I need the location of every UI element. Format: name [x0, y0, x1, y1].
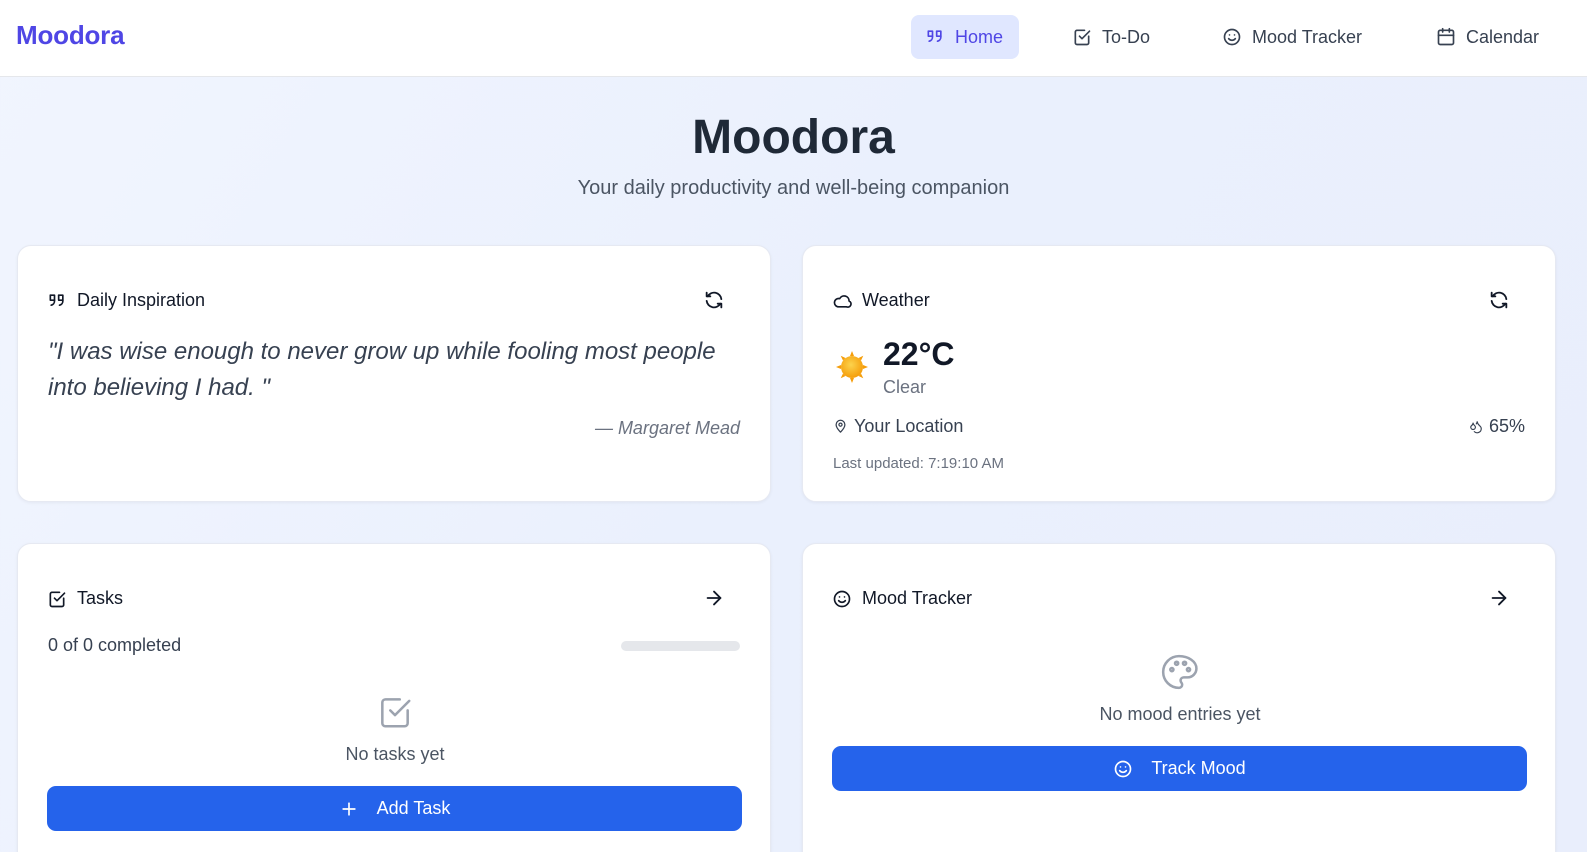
nav-item-calendar[interactable]: Calendar: [1422, 15, 1553, 59]
smile-icon: [1223, 28, 1241, 46]
humidity-readout: 65%: [1469, 416, 1525, 437]
card-title: Tasks: [77, 588, 124, 608]
quote-icon: [49, 293, 64, 306]
map-pin-icon: [835, 419, 846, 433]
page-title: Moodora: [692, 111, 895, 164]
location-label: Your Location: [854, 416, 964, 436]
plus-icon: [341, 801, 356, 816]
last-updated-timestamp: Last updated: 7:19:10 AM: [833, 455, 1004, 472]
top-navbar: Moodora Home To-Do Mood Tracker Calendar: [0, 0, 1587, 77]
droplets-icon: [1470, 420, 1482, 433]
nav-item-home[interactable]: Home: [911, 15, 1019, 59]
nav-item-label: Calendar: [1466, 26, 1540, 47]
checkbox-icon: [1074, 29, 1091, 46]
card-title: Weather: [862, 290, 930, 310]
nav-item-mood-tracker[interactable]: Mood Tracker: [1208, 15, 1376, 59]
page-subtitle: Your daily productivity and well-being c…: [577, 177, 1010, 199]
palette-icon: [1161, 654, 1198, 690]
mood-empty-state: No mood entries yet: [1099, 704, 1261, 724]
button-label: Add Task: [376, 798, 451, 818]
card-header: Tasks: [47, 588, 123, 609]
button-label: Track Mood: [1151, 758, 1246, 778]
task-completion-summary: 0 of 0 completed: [48, 635, 182, 655]
sun-icon: [836, 351, 868, 383]
card-header: Mood Tracker: [832, 588, 972, 609]
weather-location: Your Location: [833, 416, 963, 437]
refresh-weather-button[interactable]: [1487, 288, 1511, 312]
open-tasks-button[interactable]: [702, 586, 726, 610]
mood-tracker-card: Mood Tracker No mood entries yet Track M…: [802, 543, 1556, 852]
weather-card: Weather 22°C Clear Your Location 65% Las…: [802, 245, 1556, 502]
tasks-empty-state: No tasks yet: [345, 744, 445, 764]
humidity-value: 65%: [1488, 416, 1525, 436]
task-progress-bar: [621, 641, 740, 651]
cloud-icon: [833, 294, 852, 308]
checkbox-icon: [381, 698, 411, 728]
refresh-quote-button[interactable]: [702, 288, 726, 312]
quote-author: — Margaret Mead: [594, 418, 740, 438]
nav-item-label: To-Do: [1102, 26, 1151, 47]
quote-icon: [927, 30, 942, 43]
refresh-icon: [705, 291, 723, 309]
nav-item-label: Mood Tracker: [1252, 26, 1363, 47]
refresh-icon: [1490, 291, 1508, 309]
arrow-right-icon: [706, 590, 722, 606]
quote-text: "I was wise enough to never grow up whil…: [48, 338, 716, 401]
card-title: Daily Inspiration: [77, 290, 206, 310]
card-header: Daily Inspiration: [47, 290, 205, 311]
smile-icon: [833, 590, 851, 607]
daily-inspiration-card: Daily Inspiration "I was wise enough to …: [17, 245, 771, 502]
track-mood-button[interactable]: Track Mood: [832, 746, 1527, 791]
smile-icon: [1114, 760, 1132, 777]
card-title: Mood Tracker: [862, 588, 973, 608]
brand-logo[interactable]: Moodora: [16, 20, 125, 51]
nav-item-todo[interactable]: To-Do: [1058, 15, 1164, 59]
open-mood-tracker-button[interactable]: [1487, 586, 1511, 610]
checkbox-icon: [49, 591, 66, 607]
arrow-right-icon: [1491, 590, 1507, 606]
temperature-value: 22°C: [883, 336, 955, 372]
nav-item-label: Home: [955, 26, 1004, 47]
tasks-card: Tasks 0 of 0 completed No tasks yet Add …: [17, 543, 771, 852]
add-task-button[interactable]: Add Task: [47, 786, 742, 831]
calendar-icon: [1437, 27, 1455, 46]
card-header: Weather: [832, 290, 930, 311]
weather-condition: Clear: [883, 377, 927, 397]
